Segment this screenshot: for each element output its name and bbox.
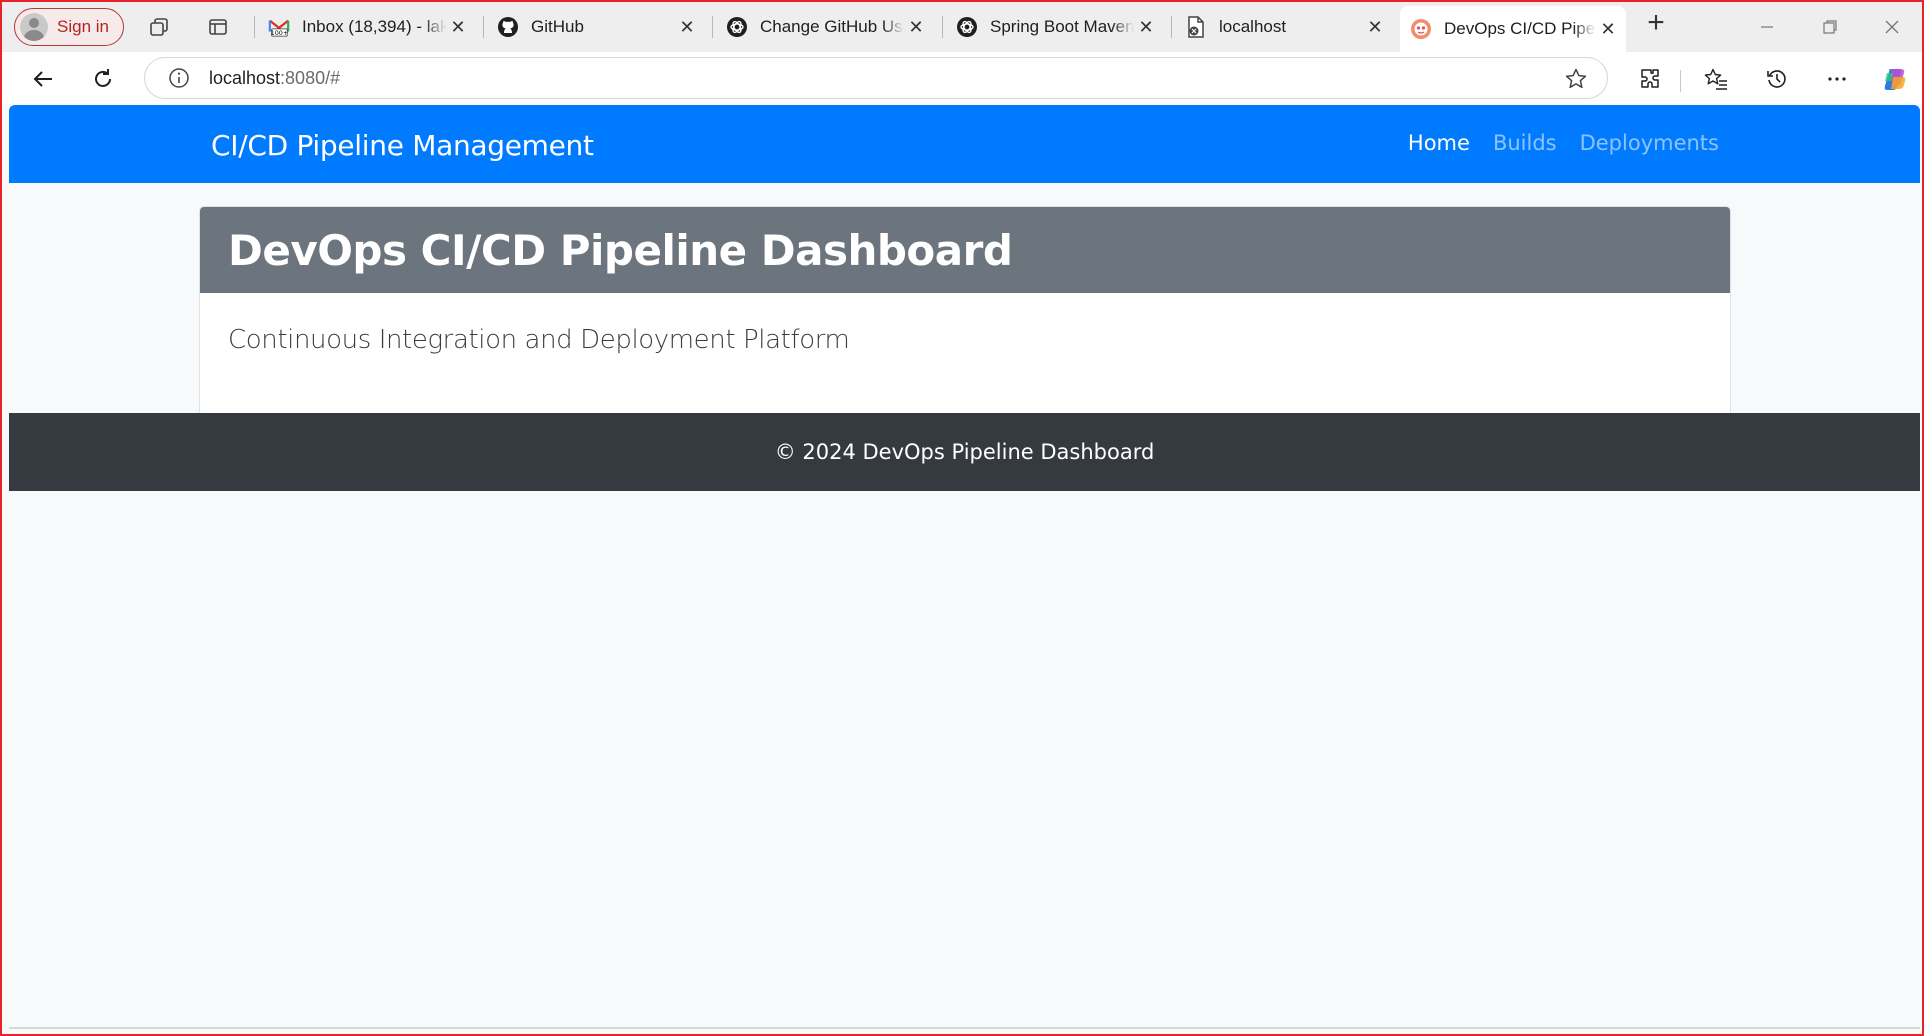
sign-in-button[interactable]: Sign in (14, 8, 124, 46)
close-tab-icon[interactable]: ✕ (1134, 17, 1158, 38)
tab-separator (712, 16, 713, 38)
tab-title: Spring Boot Maven Plugin (990, 17, 1134, 36)
vertical-tabs-icon[interactable] (205, 14, 231, 40)
tab-title: DevOps CI/CD Pipeline (1444, 19, 1596, 38)
close-tab-icon[interactable]: ✕ (904, 17, 928, 38)
footer-text: © 2024 DevOps Pipeline Dashboard (774, 440, 1155, 464)
favorites-icon[interactable] (1701, 64, 1731, 94)
url-host: localhost (209, 67, 281, 88)
nav-link-home[interactable]: Home (1408, 131, 1470, 155)
tab-gmail[interactable]: 100+ Inbox (18,394) - laksh ✕ (258, 8, 476, 46)
favorite-star-icon[interactable] (1563, 66, 1589, 92)
tab-separator (254, 16, 255, 38)
close-tab-icon[interactable]: ✕ (1596, 19, 1620, 40)
history-icon[interactable] (1762, 64, 1792, 94)
tab-title: Inbox (18,394) - laksh (302, 17, 446, 36)
toolbar-separator (1680, 70, 1681, 92)
navbar-links: Home Builds Deployments (1408, 131, 1719, 155)
hero-card-header: DevOps CI/CD Pipeline Dashboard (200, 207, 1730, 293)
url-text: localhost:8080/# (209, 68, 340, 89)
minimize-icon[interactable] (1750, 12, 1784, 42)
app-favicon (1410, 18, 1432, 40)
tab-chatgpt-username[interactable]: Change GitHub Username ✕ (716, 8, 934, 46)
more-options-icon[interactable] (1822, 64, 1852, 94)
close-tab-icon[interactable]: ✕ (446, 17, 470, 38)
sign-in-label: Sign in (57, 17, 109, 36)
nav-link-builds[interactable]: Builds (1493, 131, 1557, 155)
copilot-icon[interactable] (1880, 64, 1910, 94)
extensions-icon[interactable] (1635, 64, 1665, 94)
tab-title: localhost (1219, 17, 1287, 36)
refresh-icon[interactable] (88, 64, 118, 94)
hero-card: DevOps CI/CD Pipeline Dashboard Continuo… (199, 206, 1731, 417)
tab-title: Change GitHub Username (760, 17, 904, 36)
tab-separator (483, 16, 484, 38)
tab-devops-active[interactable]: DevOps CI/CD Pipeline ✕ (1400, 6, 1626, 52)
tab-github[interactable]: GitHub ✕ (487, 8, 705, 46)
new-tab-button[interactable]: + (1643, 6, 1669, 39)
github-icon (497, 16, 519, 38)
address-bar[interactable]: localhost:8080/# (144, 57, 1608, 99)
close-tab-icon[interactable]: ✕ (675, 17, 699, 38)
page-icon (1185, 16, 1207, 38)
gmail-icon: 100+ (268, 16, 290, 38)
tab-localhost[interactable]: localhost ✕ (1175, 8, 1393, 46)
tab-separator (942, 16, 943, 38)
close-window-icon[interactable] (1875, 12, 1909, 42)
page-footer: © 2024 DevOps Pipeline Dashboard (9, 413, 1920, 491)
back-icon[interactable] (28, 64, 58, 94)
browser-toolbar: localhost:8080/# (2, 52, 1922, 104)
tab-separator (1171, 16, 1172, 38)
browser-window: Sign in 100+ Inbox (18,394) - laksh ✕ Gi… (0, 0, 1924, 1036)
page-subtitle: Continuous Integration and Deployment Pl… (228, 325, 850, 355)
restore-icon[interactable] (1813, 12, 1847, 42)
tab-strip: Sign in 100+ Inbox (18,394) - laksh ✕ Gi… (2, 2, 1922, 52)
site-info-icon[interactable] (167, 66, 191, 90)
tab-chatgpt-maven[interactable]: Spring Boot Maven Plugin ✕ (946, 8, 1164, 46)
workspaces-icon[interactable] (146, 14, 172, 40)
tab-title: GitHub (531, 17, 584, 36)
close-tab-icon[interactable]: ✕ (1363, 17, 1387, 38)
page-title: DevOps CI/CD Pipeline Dashboard (228, 225, 1013, 275)
profile-avatar-icon (20, 13, 48, 41)
chatgpt-icon (956, 16, 978, 38)
chatgpt-icon (726, 16, 748, 38)
hero-card-body: Continuous Integration and Deployment Pl… (200, 293, 1730, 387)
navbar-brand[interactable]: CI/CD Pipeline Management (211, 129, 594, 162)
page-viewport: CI/CD Pipeline Management Home Builds De… (9, 105, 1920, 1029)
url-path: :8080/# (280, 67, 341, 88)
nav-link-deployments[interactable]: Deployments (1580, 131, 1719, 155)
svg-text:100+: 100+ (271, 29, 289, 37)
app-navbar: CI/CD Pipeline Management Home Builds De… (9, 105, 1920, 183)
